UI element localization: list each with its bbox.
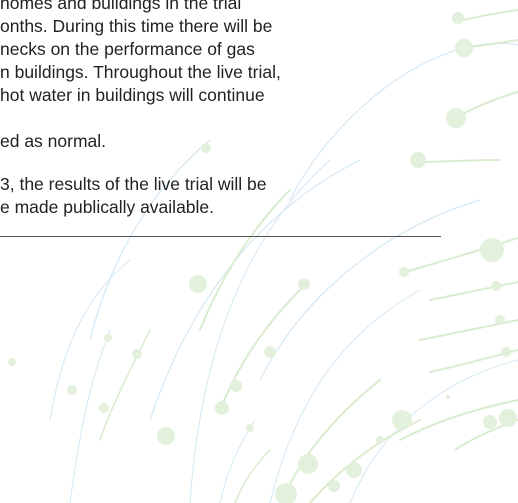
- paragraph-2-line-1: 3, the results of the live trial will be: [0, 174, 267, 194]
- paragraph-1-line-6: ed as normal.: [0, 131, 107, 151]
- paragraph-1-line-4: n buildings. Throughout the live trial,: [0, 62, 281, 82]
- paragraph-1-line-2: onths. During this time there will be: [0, 16, 273, 36]
- paragraph-2-line-2: e made publically available.: [0, 197, 215, 217]
- paragraph-1-line-1: homes and buildings in the trial: [0, 0, 242, 13]
- section-divider: [0, 236, 441, 237]
- paragraph-1-line-3: necks on the performance of gas: [0, 39, 255, 59]
- paragraph-1-line-5: hot water in buildings will continue: [0, 85, 265, 105]
